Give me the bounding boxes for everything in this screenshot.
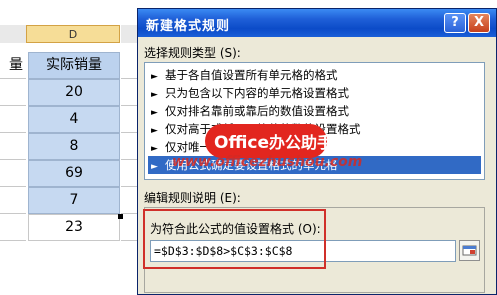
collapse-dialog-button[interactable] <box>459 240 480 261</box>
cell-header-d[interactable]: 实际销量 <box>28 52 120 79</box>
rule-item[interactable]: ► 基于各自值设置所有单元格的格式 <box>151 66 338 84</box>
cell-d-value[interactable]: 4 <box>28 106 120 133</box>
triangle-right-icon: ► <box>151 162 158 172</box>
rule-item-label: 只为包含以下内容的单元格设置格式 <box>165 86 349 100</box>
rule-item[interactable]: ► 仅对排名靠前或靠后的数值设置格式 <box>151 102 349 120</box>
watermark-brand: Office办公助手 <box>214 129 333 153</box>
dialog-titlebar[interactable]: 新建格式规则 ? X <box>138 9 496 37</box>
cell-d-value[interactable]: 7 <box>28 187 120 214</box>
watermark-brand-latin: Office <box>214 133 270 153</box>
watermark-brand-cn: 办公助手 <box>269 133 334 152</box>
cell-d-value[interactable]: 69 <box>28 160 120 187</box>
cell-c[interactable] <box>0 133 26 160</box>
dialog-title: 新建格式规则 <box>146 19 231 34</box>
cell-header-c[interactable]: 量 <box>0 52 26 79</box>
rule-item-label: 基于各自值设置所有单元格的格式 <box>165 68 338 82</box>
rule-item-label: 仅对排名靠前或靠后的数值设置格式 <box>165 104 349 118</box>
spreadsheet: D 量 实际销量 20 4 8 69 7 23 <box>0 0 150 295</box>
cell-d-value[interactable]: 20 <box>28 79 120 106</box>
cell-c[interactable] <box>0 160 26 187</box>
edit-rule-description-label: 编辑规则说明 (E): <box>144 191 241 205</box>
highlight-frame <box>143 209 326 269</box>
cell-d-value[interactable]: 8 <box>28 133 120 160</box>
help-button[interactable]: ? <box>444 13 466 33</box>
cell-c[interactable] <box>0 79 26 106</box>
rule-item[interactable]: ► 只为包含以下内容的单元格设置格式 <box>151 84 349 102</box>
cell-d-value[interactable]: 23 <box>28 214 120 241</box>
column-header-c[interactable] <box>0 25 27 43</box>
cell-c[interactable] <box>0 214 26 241</box>
select-rule-type-label: 选择规则类型 (S): <box>144 46 241 60</box>
cell-c[interactable] <box>0 187 26 214</box>
fill-handle[interactable] <box>118 214 123 219</box>
column-header-d[interactable]: D <box>26 25 120 43</box>
watermark-url: www.officezhushou.com <box>172 154 363 170</box>
cell-c[interactable] <box>0 106 26 133</box>
close-button[interactable]: X <box>468 13 490 33</box>
range-select-icon <box>462 245 477 256</box>
